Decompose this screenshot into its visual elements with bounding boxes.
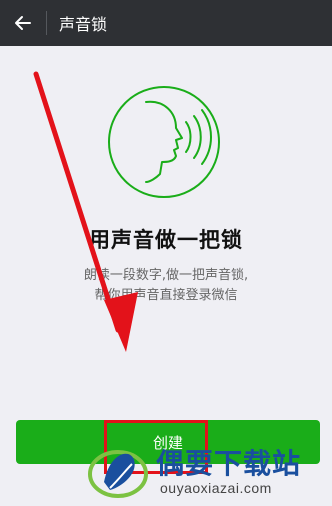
watermark-url: ouyaoxiazai.com (160, 480, 272, 496)
top-bar: 声音锁 (0, 0, 332, 46)
watermark-logo-icon (88, 450, 148, 498)
page-title: 声音锁 (59, 15, 108, 34)
title-divider (46, 11, 47, 35)
watermark-brand: 偶要下载站 (156, 447, 302, 480)
lock-heading: 用声音做一把锁 (89, 228, 243, 252)
voice-face-icon (108, 86, 220, 198)
description-line-1: 朗读一段数字,做一把声音锁, (83, 268, 249, 283)
watermark: 偶要下载站 ouyaoxiazai.com (86, 440, 332, 506)
lock-description: 朗读一段数字,做一把声音锁, 帮你用声音直接登录微信 (0, 266, 332, 306)
back-button[interactable] (0, 0, 46, 46)
description-line-2: 帮你用声音直接登录微信 (94, 288, 238, 303)
arrow-left-icon (15, 16, 31, 30)
main-content: 用声音做一把锁 朗读一段数字,做一把声音锁, 帮你用声音直接登录微信 创建 (0, 46, 332, 506)
